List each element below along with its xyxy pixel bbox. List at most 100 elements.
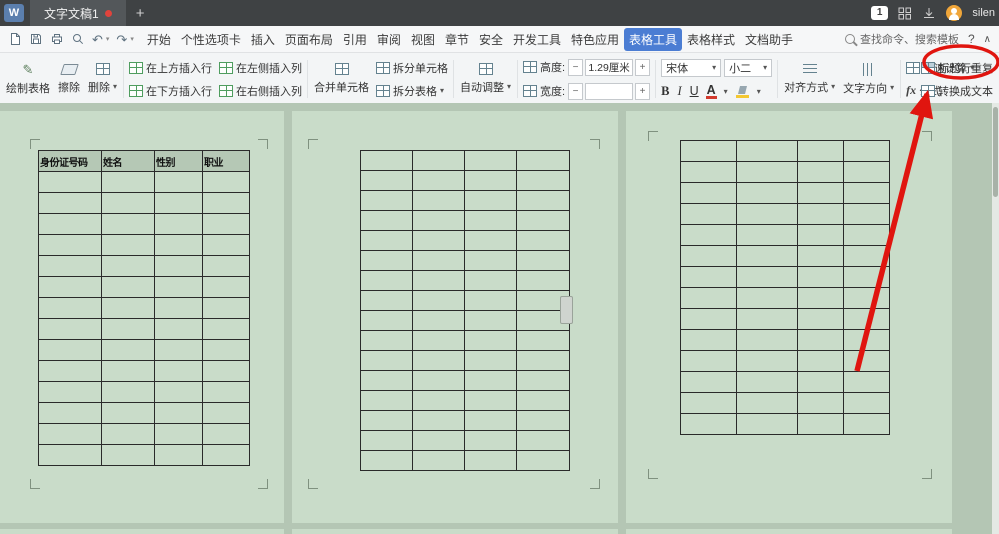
table-cell[interactable] [844,414,889,434]
insert-row-above-button[interactable]: 在上方插入行 [129,60,212,76]
table-cell[interactable] [737,351,797,371]
menu-item-章节[interactable]: 章节 [440,28,474,51]
scroll-handle[interactable] [560,296,573,324]
table-cell[interactable] [465,411,516,430]
table-cell[interactable] [737,414,797,434]
table-cell[interactable] [155,298,202,318]
table-cell[interactable] [361,371,412,390]
table-cell[interactable] [155,403,202,423]
table-cell[interactable] [681,204,736,224]
width-decrease-button[interactable]: − [568,83,583,100]
table-cell[interactable] [465,351,516,370]
table-cell[interactable] [517,251,569,270]
highlight-caret-icon[interactable]: ▾ [757,88,761,96]
menu-item-特色应用[interactable]: 特色应用 [566,28,624,51]
table-cell[interactable] [203,235,249,255]
table-cell[interactable] [465,391,516,410]
table-cell[interactable] [413,191,464,210]
table-cell[interactable] [39,424,101,444]
table-cell[interactable] [361,251,412,270]
table-cell[interactable] [413,411,464,430]
table-cell[interactable] [155,214,202,234]
table-cell[interactable] [39,172,101,192]
table-cell[interactable] [681,246,736,266]
menu-item-视图[interactable]: 视图 [406,28,440,51]
table-cell[interactable] [737,288,797,308]
table-cell[interactable] [361,271,412,290]
row-height-input[interactable]: 1.29厘米 [585,59,633,76]
table-cell[interactable] [517,411,569,430]
table-cell[interactable] [102,445,154,465]
table-cell[interactable] [798,246,843,266]
table-cell[interactable] [413,171,464,190]
table-cell[interactable] [844,351,889,371]
table-cell[interactable] [155,193,202,213]
table-header-cell[interactable]: 姓名 [102,151,154,171]
table-cell[interactable] [155,340,202,360]
table-cell[interactable] [844,393,889,413]
table-cell[interactable] [39,403,101,423]
eraser-button[interactable]: 擦除 [54,54,84,104]
table-cell[interactable] [737,225,797,245]
table-cell[interactable] [39,298,101,318]
table-cell[interactable] [737,372,797,392]
table-cell[interactable] [102,340,154,360]
table-cell[interactable] [203,403,249,423]
table-cell[interactable] [102,235,154,255]
table-cell[interactable] [203,319,249,339]
insert-col-right-button[interactable]: 在右侧插入列 [219,83,302,99]
table-cell[interactable] [413,151,464,170]
table-cell[interactable] [361,191,412,210]
table-cell[interactable] [737,267,797,287]
table-cell[interactable] [798,141,843,161]
table-cell[interactable] [681,309,736,329]
table-cell[interactable] [465,291,516,310]
vertical-scrollbar[interactable] [992,103,999,534]
table-cell[interactable] [517,151,569,170]
table-cell[interactable] [203,172,249,192]
table-cell[interactable] [361,291,412,310]
table-cell[interactable] [517,191,569,210]
menu-item-文档助手[interactable]: 文档助手 [740,28,798,51]
save-icon[interactable] [29,32,43,46]
table-cell[interactable] [681,141,736,161]
table-cell[interactable] [681,351,736,371]
table-cell[interactable] [844,225,889,245]
table-cell[interactable] [39,319,101,339]
table-cell[interactable] [465,271,516,290]
table-cell[interactable] [798,288,843,308]
print-icon[interactable] [50,32,64,46]
menu-item-表格工具[interactable]: 表格工具 [624,28,682,51]
table-cell[interactable] [413,451,464,470]
table-cell[interactable] [681,162,736,182]
table-cell[interactable] [413,331,464,350]
table-cell[interactable] [39,445,101,465]
font-color-caret-icon[interactable]: ▾ [724,88,728,96]
table-cell[interactable] [798,225,843,245]
table-cell[interactable] [737,204,797,224]
user-name[interactable]: silen [972,7,995,19]
table-cell[interactable] [844,204,889,224]
table-cell[interactable] [737,246,797,266]
table-header-cell[interactable]: 性别 [155,151,202,171]
table-cell[interactable] [39,214,101,234]
table-cell[interactable] [39,361,101,381]
table-cell[interactable] [39,193,101,213]
table-cell[interactable] [798,309,843,329]
table-cell[interactable] [517,231,569,250]
table-cell[interactable] [102,172,154,192]
text-direction-button[interactable]: 文字方向▾ [839,54,898,104]
redo-caret-icon[interactable]: ▾ [130,36,134,43]
table-cell[interactable] [737,141,797,161]
table-cell[interactable] [361,311,412,330]
table-cell[interactable] [465,251,516,270]
table-cell[interactable] [413,431,464,450]
table-cell[interactable] [203,214,249,234]
table-cell[interactable] [465,171,516,190]
undo-caret-icon[interactable]: ▾ [106,36,110,43]
table-cell[interactable] [203,256,249,276]
table-cell[interactable] [361,411,412,430]
table-cell[interactable] [102,214,154,234]
new-file-icon[interactable] [8,32,22,46]
table-cell[interactable] [203,298,249,318]
